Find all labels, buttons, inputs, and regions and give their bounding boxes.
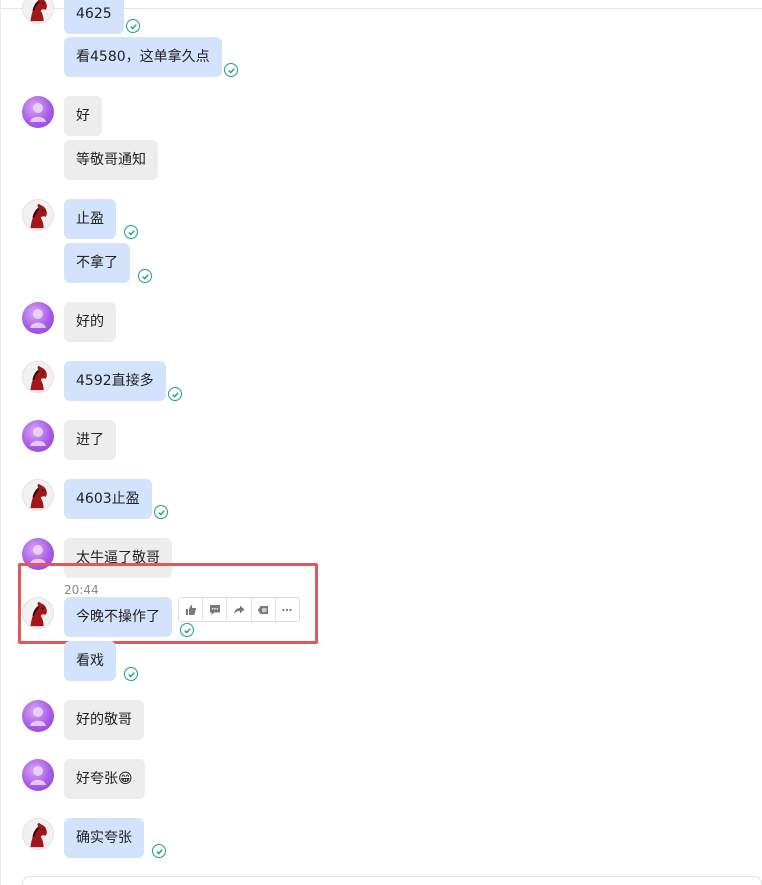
- message-timestamp: 20:44: [64, 583, 99, 597]
- avatar-purple[interactable]: [22, 759, 54, 791]
- reply-icon[interactable]: [252, 598, 276, 621]
- forward-icon[interactable]: [227, 598, 252, 621]
- grin-emoji-icon: 😁: [118, 771, 133, 787]
- message-bubble[interactable]: 不拿了: [64, 243, 130, 283]
- message-bubble[interactable]: 止盈: [64, 199, 116, 239]
- read-check-icon: [152, 844, 166, 858]
- message-bubble[interactable]: 好的敬哥: [64, 700, 144, 740]
- read-check-icon: [224, 63, 238, 77]
- message-bubble[interactable]: 4592直接多: [64, 361, 166, 401]
- message-bubble[interactable]: 看4580，这单拿久点: [64, 37, 222, 77]
- message-bubble[interactable]: 好的: [64, 302, 116, 342]
- chat-window: 4625 看4580，这单拿久点 好 等敬哥通知 止盈 不拿了 好的 4592直…: [0, 0, 762, 885]
- message-text: 好夸张: [76, 771, 118, 787]
- message-bubble[interactable]: 看戏: [64, 641, 116, 681]
- left-divider: [0, 0, 1, 885]
- message-bubble[interactable]: 确实夸张: [64, 818, 144, 858]
- avatar-horse[interactable]: [22, 479, 54, 511]
- read-check-icon: [154, 505, 168, 519]
- thumbs-up-icon[interactable]: [179, 598, 204, 621]
- message-bubble[interactable]: 好: [64, 96, 102, 136]
- more-icon[interactable]: [276, 598, 299, 621]
- avatar-purple[interactable]: [22, 302, 54, 334]
- message-action-toolbar: [178, 597, 300, 622]
- message-bubble[interactable]: 今晚不操作了: [64, 597, 172, 637]
- message-bubble[interactable]: 进了: [64, 420, 116, 460]
- message-composer[interactable]: [22, 876, 762, 885]
- read-check-icon: [138, 269, 152, 283]
- read-check-icon: [168, 387, 182, 401]
- message-bubble[interactable]: 4603止盈: [64, 479, 152, 519]
- read-check-icon: [180, 623, 194, 637]
- comment-icon[interactable]: [203, 598, 228, 621]
- avatar-horse[interactable]: [22, 597, 54, 629]
- avatar-purple[interactable]: [22, 96, 54, 128]
- avatar-horse[interactable]: [22, 361, 54, 393]
- avatar-purple[interactable]: [22, 700, 54, 732]
- read-check-icon: [124, 225, 138, 239]
- message-bubble[interactable]: 4625: [64, 0, 124, 34]
- message-bubble[interactable]: 好夸张😁: [64, 759, 145, 799]
- read-check-icon: [124, 667, 138, 681]
- avatar-horse[interactable]: [22, 199, 54, 231]
- avatar-horse[interactable]: [22, 0, 54, 24]
- avatar-horse[interactable]: [22, 818, 54, 850]
- avatar-purple[interactable]: [22, 420, 54, 452]
- message-bubble[interactable]: 等敬哥通知: [64, 140, 158, 180]
- read-check-icon: [126, 19, 140, 33]
